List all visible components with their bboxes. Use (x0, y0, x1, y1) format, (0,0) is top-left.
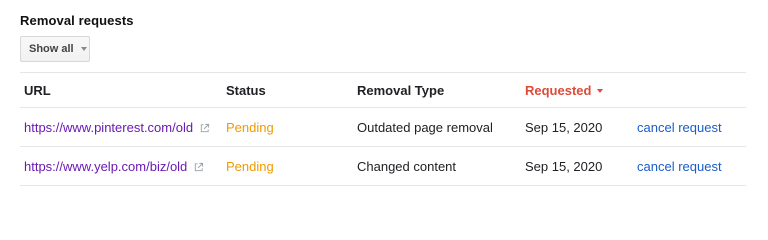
requested-date: Sep 15, 2020 (525, 120, 603, 135)
url-text: https://www.pinterest.com/old (24, 120, 194, 135)
url-text: https://www.yelp.com/biz/old (24, 159, 188, 174)
requested-date: Sep 15, 2020 (525, 159, 603, 174)
status-pending: Pending (226, 159, 274, 174)
column-header-requested[interactable]: Requested (525, 83, 604, 99)
url-link[interactable]: https://www.pinterest.com/old (24, 120, 210, 136)
row-divider (20, 146, 746, 147)
table-bottom-divider (20, 185, 746, 186)
column-header-status[interactable]: Status (226, 83, 266, 99)
column-header-requested-label: Requested (525, 83, 592, 98)
removal-requests-panel: Removal requests Show all URL Status Rem… (0, 0, 768, 203)
sort-descending-icon (597, 89, 604, 93)
header-divider (20, 107, 746, 108)
cancel-request-link[interactable]: cancel request (637, 120, 722, 136)
status-pending: Pending (226, 120, 274, 135)
removal-type: Changed content (357, 159, 457, 174)
chevron-down-icon (80, 47, 87, 51)
external-link-icon[interactable] (199, 123, 210, 134)
url-link[interactable]: https://www.yelp.com/biz/old (24, 159, 204, 175)
column-header-removal-type[interactable]: Removal Type (357, 83, 444, 99)
removal-type: Outdated page removal (357, 120, 493, 135)
table-top-divider (20, 72, 746, 73)
section-title: Removal requests (20, 13, 134, 28)
external-link-icon[interactable] (193, 162, 204, 173)
filter-label: Show all (29, 43, 74, 55)
column-header-url[interactable]: URL (24, 83, 51, 99)
cancel-request-link[interactable]: cancel request (637, 159, 722, 175)
show-all-filter-dropdown[interactable]: Show all (20, 36, 90, 62)
